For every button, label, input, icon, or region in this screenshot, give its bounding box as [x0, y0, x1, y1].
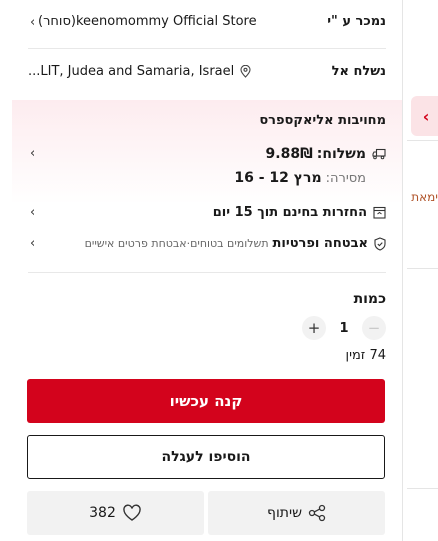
security-title: אבטחה ופרטיות [272, 236, 368, 251]
ship-to-label: נשלח אל [331, 64, 386, 79]
side-divider [407, 268, 438, 269]
quantity-decrease-button[interactable]: − [362, 316, 386, 340]
panel-divider [402, 0, 403, 541]
quantity-value[interactable]: 1 [326, 321, 362, 336]
returns-text: החזרות בחינם תוך 15 יום [212, 205, 367, 220]
chevron-left-icon: ‹ [422, 106, 430, 126]
quantity-increase-button[interactable]: + [302, 316, 326, 340]
ship-to-row[interactable]: נשלח אל ...LIT, Judea and Samaria, Israe… [28, 64, 386, 79]
shipping-row[interactable]: משלוח: 9.88₪ [28, 146, 386, 162]
delivery-dates: מרץ 12 - 16 [234, 170, 322, 186]
divider [28, 48, 386, 49]
availability-text: 74 זמין [345, 348, 386, 363]
ship-to-location[interactable]: ...LIT, Judea and Samaria, Israel [28, 64, 251, 79]
side-partial-text: ימאת [411, 190, 438, 204]
security-detail: תשלומים בטוחים·אבטחת פרטים אישיים [84, 237, 269, 250]
availability-row: 74 זמין [28, 348, 386, 363]
return-box-icon [373, 206, 386, 219]
share-icon [308, 504, 326, 522]
add-to-cart-button[interactable]: הוסיפו לעגלה [27, 435, 385, 479]
delivery-label: מסירה: [325, 170, 366, 186]
quantity-header: כמות [28, 291, 386, 307]
seller-label: נמכר ע "י [327, 14, 386, 29]
truck-icon [372, 148, 386, 160]
returns-chevron-icon: ‹ [30, 205, 36, 220]
commitment-background [12, 100, 402, 290]
product-purchase-panel: נמכר ע "י keenomommy Official Store(סוחר… [12, 0, 402, 541]
shipping-chevron-icon: ‹ [30, 146, 36, 161]
seller-name[interactable]: keenomommy Official Store(סוחר) [38, 14, 257, 29]
heart-icon [123, 504, 141, 521]
commitment-title: מחויבות אליאקספרס [259, 113, 386, 128]
side-collapse-button[interactable]: ‹ [411, 96, 438, 136]
quantity-label: כמות [353, 291, 386, 307]
commitment-header: מחויבות אליאקספרס [28, 113, 386, 128]
returns-row[interactable]: החזרות בחינם תוך 15 יום [28, 205, 386, 220]
side-divider [407, 140, 438, 141]
seller-chevron-icon: ‹ [30, 15, 36, 30]
buy-now-button[interactable]: קנה עכשיו [27, 379, 385, 423]
shield-icon [374, 236, 386, 251]
delivery-row: מסירה: מרץ 12 - 16 [28, 170, 386, 186]
share-button[interactable]: שיתוף [208, 491, 385, 535]
divider [28, 272, 386, 273]
wishlist-count: 382 [89, 505, 116, 521]
ship-to-address: ...LIT, Judea and Samaria, Israel [28, 64, 235, 79]
share-label: שיתוף [266, 505, 303, 521]
security-chevron-icon: ‹ [30, 236, 36, 251]
security-row[interactable]: אבטחה ופרטיות תשלומים בטוחים·אבטחת פרטים… [28, 236, 386, 251]
shipping-price: 9.88₪ [265, 146, 313, 162]
side-divider [407, 488, 438, 489]
wishlist-button[interactable]: 382 [27, 491, 204, 535]
shipping-label: משלוח: [316, 146, 366, 162]
location-pin-icon [240, 65, 251, 78]
seller-row[interactable]: נמכר ע "י keenomommy Official Store(סוחר… [28, 14, 386, 29]
quantity-stepper: − 1 + [28, 316, 386, 340]
